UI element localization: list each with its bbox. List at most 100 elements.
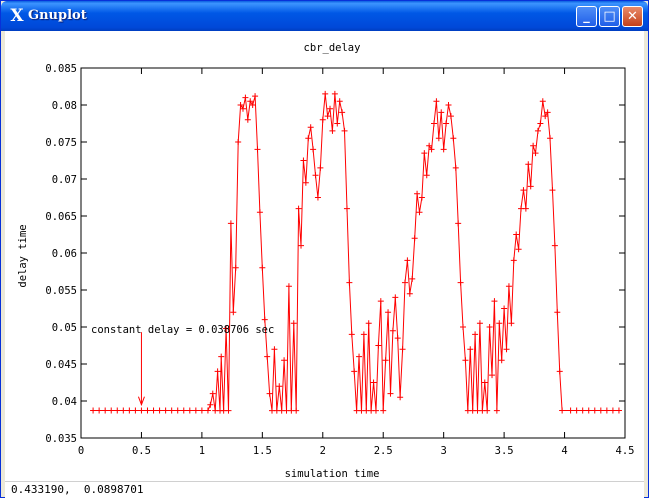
data-point — [609, 407, 616, 414]
data-point — [254, 146, 261, 153]
data-point — [513, 231, 520, 238]
data-point — [414, 190, 421, 197]
data-point — [214, 368, 221, 375]
data-point — [156, 407, 163, 414]
data-point — [375, 342, 382, 349]
data-point — [266, 390, 273, 397]
data-point — [312, 172, 319, 179]
data-point — [397, 394, 404, 401]
data-point — [493, 407, 500, 414]
data-point — [168, 407, 175, 414]
data-point — [389, 327, 396, 334]
data-point — [579, 407, 586, 414]
data-point — [144, 407, 151, 414]
y-tick-label: 0.08 — [52, 100, 77, 112]
data-point — [102, 407, 109, 414]
data-point — [264, 353, 271, 360]
x-tick-label: 2.5 — [374, 445, 393, 457]
data-point — [360, 331, 367, 338]
data-point — [440, 146, 447, 153]
y-tick-label: 0.05 — [52, 322, 77, 334]
data-point — [126, 407, 133, 414]
data-point — [530, 142, 537, 149]
data-point — [472, 331, 479, 338]
data-point — [515, 246, 522, 253]
data-point — [314, 194, 321, 201]
x-tick-label: 4.5 — [616, 445, 635, 457]
data-point — [227, 220, 234, 227]
data-point — [532, 150, 539, 157]
data-point — [498, 357, 505, 364]
data-point — [394, 335, 401, 342]
maximize-button[interactable]: □ — [599, 6, 620, 27]
data-point — [271, 346, 278, 353]
plot-canvas[interactable]: cbr_delay simulation time delay time 0 0.… — [5, 31, 644, 481]
data-point — [174, 407, 181, 414]
data-point — [556, 368, 563, 375]
y-tick-label: 0.055 — [45, 285, 77, 297]
data-point — [447, 113, 454, 120]
data-point — [430, 120, 437, 127]
data-point — [198, 407, 205, 414]
data-point — [520, 187, 527, 194]
annotation-label: constant delay = 0.038706 sec — [91, 324, 274, 336]
x-tick-label: 3.5 — [495, 445, 514, 457]
data-point — [186, 407, 193, 414]
data-point — [259, 264, 266, 271]
data-point — [525, 161, 532, 168]
data-point — [96, 407, 103, 414]
data-point — [406, 290, 413, 297]
data-point — [329, 127, 336, 134]
data-point — [382, 357, 389, 364]
axes: 0 0.5 1 1.5 2 2.5 3 3.5 4 4.5 0.035 0.04 0.045 0.05 0.… — [45, 63, 634, 457]
data-point — [421, 150, 428, 157]
data-point — [559, 407, 566, 414]
data-point — [508, 320, 515, 327]
data-point — [411, 235, 418, 242]
y-tick-label: 0.075 — [45, 137, 77, 149]
x-tick-label: 2 — [320, 445, 326, 457]
data-point — [401, 279, 408, 286]
data-point — [256, 209, 263, 216]
data-point — [235, 139, 242, 145]
data-point — [290, 320, 297, 327]
data-point — [310, 146, 317, 153]
x-tick-label: 1.5 — [253, 445, 272, 457]
data-point — [244, 116, 251, 123]
data-point — [404, 257, 411, 264]
data-point — [551, 242, 558, 249]
data-point — [322, 90, 329, 97]
data-point — [503, 346, 510, 353]
data-point — [438, 109, 445, 116]
minimize-icon: _ — [583, 9, 590, 24]
data-point — [476, 320, 483, 327]
series-line — [90, 90, 622, 414]
delay-chart[interactable]: cbr_delay simulation time delay time 0 0.… — [5, 31, 644, 481]
cursor-coordinates: 0.433190, 0.0898701 — [11, 483, 144, 496]
data-point — [293, 407, 300, 414]
data-point — [242, 94, 249, 101]
data-point — [450, 135, 457, 142]
data-point — [443, 120, 450, 127]
data-point — [261, 316, 268, 323]
y-tick-label: 0.06 — [52, 248, 77, 260]
close-button[interactable]: ✕ — [622, 6, 643, 27]
data-point — [510, 257, 517, 264]
data-point — [209, 390, 216, 397]
data-point — [327, 105, 334, 112]
data-point — [615, 407, 622, 414]
y-tick-label: 0.045 — [45, 359, 77, 371]
x-axis-label: simulation time — [285, 468, 380, 480]
data-point — [484, 407, 491, 414]
data-point — [534, 127, 541, 134]
data-point — [392, 294, 399, 301]
data-point — [385, 309, 392, 316]
data-point — [423, 172, 430, 179]
minimize-button[interactable]: _ — [576, 6, 597, 27]
data-point — [539, 98, 546, 105]
data-point — [300, 157, 307, 164]
data-point — [334, 120, 341, 127]
data-point — [276, 383, 283, 390]
x-window-icon[interactable]: X — [8, 7, 26, 25]
title-bar[interactable]: X Gnuplot _ □ ✕ — [1, 1, 648, 31]
